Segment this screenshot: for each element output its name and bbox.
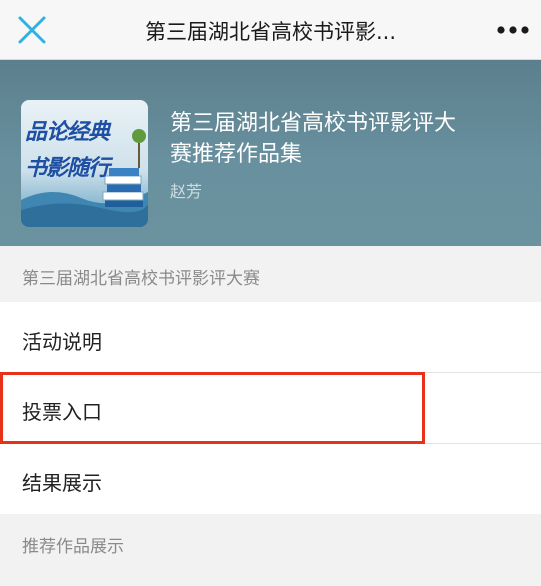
section-header-label: 推荐作品展示 [22, 537, 124, 557]
album-cover-image: 品论经典 书影随行 [21, 100, 148, 227]
menu-item-activity-info[interactable]: 活动说明 [0, 302, 541, 372]
album-author[interactable]: 赵芳 [170, 178, 202, 202]
cover-text-line2: 书影随行 [25, 155, 110, 181]
section-header-label: 第三届湖北省高校书评影评大赛 [22, 269, 260, 289]
section-header-recommended: 推荐作品展示 [0, 514, 541, 586]
album-header: 品论经典 书影随行 第三届湖北省高校书评影评大赛推荐作品集 赵芳 [0, 60, 541, 246]
close-icon[interactable] [14, 12, 50, 48]
menu-item-label: 结果展示 [22, 471, 102, 495]
menu-item-results[interactable]: 结果展示 [0, 444, 541, 514]
menu-item-label: 活动说明 [22, 330, 102, 354]
album-title: 第三届湖北省高校书评影评大赛推荐作品集 [170, 111, 457, 167]
cover-text-line1: 品论经典 [25, 119, 110, 145]
menu-item-vote-entry[interactable]: 投票入口 [0, 373, 541, 443]
menu-item-label: 投票入口 [22, 400, 102, 424]
top-nav-bar: 第三届湖北省高校书评影... [0, 0, 541, 60]
more-icon[interactable] [496, 20, 530, 40]
section-header-contest: 第三届湖北省高校书评影评大赛 [0, 246, 541, 302]
page-title: 第三届湖北省高校书评影... [144, 20, 397, 44]
